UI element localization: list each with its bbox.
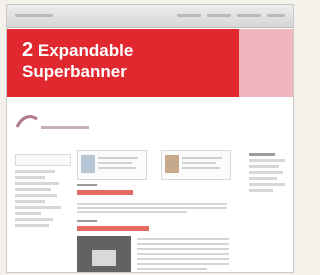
card-text-placeholder [98,162,132,164]
headline-placeholder[interactable] [77,190,133,195]
sidebar-link-placeholder[interactable] [249,177,277,180]
card-thumbnail [165,155,179,173]
top-navigation-bar [7,5,293,28]
sidebar-link-placeholder[interactable] [249,171,283,174]
sidebar-link-placeholder[interactable] [15,194,57,197]
text-line-placeholder [77,207,227,209]
feature-card[interactable] [161,150,231,180]
banner-title-line2: Superbanner [22,62,127,81]
sidebar-link-placeholder[interactable] [249,165,279,168]
sidebar-link-placeholder[interactable] [15,182,59,185]
text-line-placeholder [77,203,227,205]
sidebar-link-placeholder[interactable] [249,159,285,162]
banner-expand-area[interactable] [239,29,293,97]
text-line-placeholder [137,258,229,260]
text-line-placeholder [137,253,229,255]
sidebar-link-placeholder[interactable] [15,218,53,221]
card-text-placeholder [182,162,216,164]
nav-placeholder [177,14,201,17]
sidebar-search-box[interactable] [15,154,71,166]
card-thumbnail [81,155,95,173]
logo-tagline-placeholder [41,126,89,129]
expandable-superbanner[interactable]: 2 Expandable Superbanner [7,29,239,97]
section-label-placeholder [77,220,97,222]
text-line-placeholder [77,211,187,213]
logo-swoosh-icon [15,115,38,128]
sidebar-link-placeholder[interactable] [15,200,45,203]
sidebar-link-placeholder[interactable] [15,224,49,227]
left-sidebar [15,150,71,270]
sidebar-link-placeholder[interactable] [15,176,45,179]
card-text-placeholder [182,157,222,159]
banner-title-line1: Expandable [37,41,134,60]
text-line-placeholder [137,238,229,240]
text-line-placeholder [137,248,229,250]
nav-placeholder [237,14,261,17]
article-photo[interactable] [77,236,131,272]
text-line-placeholder [137,243,229,245]
card-text-placeholder [98,157,138,159]
browser-screenshot-frame: 2 Expandable Superbanner [6,4,294,273]
sidebar-link-placeholder[interactable] [15,188,51,191]
nav-placeholder [15,14,53,17]
text-line-placeholder [137,263,229,265]
section-label-placeholder [77,184,97,186]
right-sidebar [249,150,289,270]
sidebar-heading-placeholder [249,153,275,156]
sidebar-link-placeholder[interactable] [249,189,273,192]
text-line-placeholder [137,268,207,270]
site-logo[interactable] [15,113,100,133]
nav-placeholder [207,14,231,17]
banner-title: 2 Expandable Superbanner [22,40,232,82]
headline-placeholder[interactable] [77,226,149,231]
nav-placeholder [267,14,285,17]
banner-number: 2 [22,39,34,61]
photo-subject [92,250,116,266]
sidebar-link-placeholder[interactable] [15,212,41,215]
sidebar-link-placeholder[interactable] [15,170,55,173]
card-text-placeholder [182,167,220,169]
card-text-placeholder [98,167,136,169]
sidebar-link-placeholder[interactable] [15,206,61,209]
feature-card[interactable] [77,150,147,180]
sidebar-link-placeholder[interactable] [249,183,285,186]
